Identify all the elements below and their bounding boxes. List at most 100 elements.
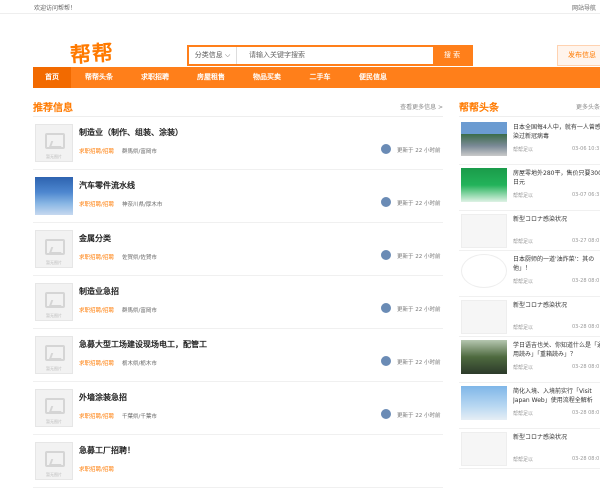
image-placeholder-icon: 暂无图片 (35, 283, 73, 321)
listing-row[interactable]: 暂无图片 金属分类 求职招聘/招聘 佐賀県/佐賀市 更新于 22 小时前 (33, 224, 443, 276)
news-date: 03-28 08:0 (572, 364, 600, 370)
listing-row[interactable]: 暂无图片 急募工厂招聘！ 求职招聘/招聘 (33, 436, 443, 488)
nav-jobs[interactable]: 求职招聘 (127, 67, 183, 88)
section-title: 帮帮头条 (459, 103, 499, 114)
news-title[interactable]: 新型コロナ感染状况 (513, 301, 600, 319)
headlines-header: 帮帮头条 更多头条 (459, 97, 600, 117)
listing-title[interactable]: 汽车零件流水线 (79, 180, 135, 191)
listing-location: 栃木県/栃木市 (122, 361, 157, 367)
listing-row[interactable]: 暂无图片 外墙涂装急招 求职招聘/招聘 千葉県/千葉市 更新于 22 小时前 (33, 383, 443, 435)
news-thumbnail[interactable] (461, 122, 507, 156)
news-source: 帮帮足以 (513, 193, 534, 199)
nav-services[interactable]: 便民信息 (345, 67, 401, 88)
listing-title[interactable]: 制造业急招 (79, 286, 119, 297)
header: 帮帮 分类信息 ⌵ 请输入关键字搜索 搜 索 发布信息 (0, 14, 600, 68)
listing-location: 群馬県/富岡市 (122, 149, 157, 155)
user-avatar-icon (381, 303, 391, 313)
listing-category[interactable]: 求职招聘/招聘 (79, 147, 114, 155)
news-title[interactable]: 简化入境、入境前实行「Visit Japan Web」使用流程全解析 (513, 387, 600, 405)
news-item[interactable]: 日本厨师的一道'油炸菜'：其の他」！ 帮帮足以 03-28 08:0 (459, 251, 600, 297)
image-placeholder-icon: 暂无图片 (35, 442, 73, 480)
listing-title[interactable]: 急募工厂招聘！ (79, 445, 135, 456)
news-item[interactable]: 日本全国每4人中，就有一人曾感染过新冠病毒 帮帮足以 03-06 10:3 (459, 119, 600, 165)
site-logo[interactable]: 帮帮 (69, 37, 115, 70)
listing-updated: 更新于 22 小时前 (397, 307, 441, 313)
listing-title[interactable]: 金属分类 (79, 233, 111, 244)
listing-location: 千葉県/千葉市 (122, 414, 157, 420)
listing-category[interactable]: 求职招聘/招聘 (79, 306, 114, 314)
news-item[interactable]: 学日语吉也关、你知道什么是「通用読み」「重箱読み」？ 帮帮足以 03-28 08:0 (459, 337, 600, 383)
search-button[interactable]: 搜 索 (433, 47, 471, 64)
news-source: 帮帮足以 (513, 365, 534, 371)
listing-category[interactable]: 求职招聘/招聘 (79, 200, 114, 208)
recommended-header: 推荐信息 查看更多信息 > (33, 97, 443, 117)
news-thumbnail[interactable] (461, 254, 507, 288)
search-input[interactable]: 请输入关键字搜索 (249, 47, 305, 64)
search-category-select[interactable]: 分类信息 ⌵ (189, 47, 237, 64)
news-thumbnail[interactable] (461, 432, 507, 466)
user-avatar-icon (381, 409, 391, 419)
news-date: 03-28 08:0 (572, 278, 600, 284)
news-source: 帮帮足以 (513, 325, 534, 331)
main-nav: 首页 帮帮头条 求职招聘 房屋租售 物品买卖 二手车 便民信息 (33, 67, 600, 88)
listing-category[interactable]: 求职招聘/招聘 (79, 253, 114, 261)
news-item[interactable]: 简化入境、入境前实行「Visit Japan Web」使用流程全解析帮帮足以 03… (459, 383, 600, 429)
nav-home[interactable]: 首页 (33, 67, 71, 88)
news-date: 03-28 08:0 (572, 410, 600, 416)
site-nav-link[interactable]: 网站导航 (572, 3, 596, 12)
news-item[interactable]: 新型コロナ感染状况 帮帮足以 03-27 08:0 (459, 211, 600, 251)
listing-title[interactable]: 急募大型工场建设现场电工，配管工 (79, 339, 207, 350)
nav-used-cars[interactable]: 二手车 (295, 67, 345, 88)
image-placeholder-icon: 暂无图片 (35, 230, 73, 268)
listing-category[interactable]: 求职招聘/招聘 (79, 412, 114, 420)
listing-row[interactable]: 暂无图片 制造业急招求职招聘/招聘 群馬県/富岡市 更新于 22 小时前 (33, 277, 443, 329)
news-date: 03-27 08:0 (572, 238, 600, 244)
listing-updated: 更新于 22 小时前 (397, 201, 441, 207)
news-thumbnail[interactable] (461, 168, 507, 202)
news-thumbnail[interactable] (461, 300, 507, 334)
listing-category[interactable]: 求职招聘/招聘 (79, 359, 114, 367)
listing-location: 神奈川県/厚木市 (122, 202, 163, 208)
image-placeholder-icon: 暂无图片 (35, 389, 73, 427)
listing-row[interactable]: 暂无图片 急募大型工场建设现场电工，配管工 求职招聘/招聘 栃木県/栃木市 更新于 22… (33, 330, 443, 382)
news-source: 帮帮足以 (513, 279, 534, 285)
news-thumbnail[interactable] (461, 340, 507, 374)
search-bar: 分类信息 ⌵ 请输入关键字搜索 搜 索 (187, 45, 473, 66)
listing-photo[interactable] (35, 177, 73, 215)
more-link[interactable]: 查看更多信息 > (400, 102, 443, 111)
news-title[interactable]: 新型コロナ感染状况 (513, 433, 600, 451)
news-title[interactable]: 学日语吉也关、你知道什么是「通用読み」「重箱読み」？ (513, 341, 600, 359)
news-source: 帮帮足以 (513, 411, 534, 417)
listing-row[interactable]: 暂无图片 制造业（制作、组装、涂装） 求职招聘/招聘 群馬県/富岡市 更新于 22 小时… (33, 118, 443, 170)
nav-housing[interactable]: 房屋租售 (183, 67, 239, 88)
news-date: 03-06 10:3 (572, 146, 600, 152)
news-date: 03-28 08:0 (572, 324, 600, 330)
news-thumbnail[interactable] (461, 386, 507, 420)
news-thumbnail[interactable] (461, 214, 507, 248)
listing-updated: 更新于 22 小时前 (397, 148, 441, 154)
news-date: 03-07 06:3 (572, 192, 600, 198)
news-date: 03-28 08:0 (572, 456, 600, 462)
welcome-text: 欢迎访问帮帮！ (34, 5, 77, 12)
image-placeholder-icon: 暂无图片 (35, 124, 73, 162)
news-title[interactable]: 日本全国每4人中，就有一人曾感染过新冠病毒 (513, 123, 600, 141)
news-item[interactable]: 新型コロナ感染状况帮帮足以 03-28 08:0 (459, 429, 600, 469)
more-headlines-link[interactable]: 更多头条 (576, 102, 600, 111)
listing-title[interactable]: 外墙涂装急招 (79, 392, 127, 403)
nav-goods[interactable]: 物品买卖 (239, 67, 295, 88)
news-item[interactable]: 房屋零地外280平，售价只要300日元帮帮足以 03-07 06:3 (459, 165, 600, 211)
news-item[interactable]: 新型コロナ感染状况帮帮足以 03-28 08:0 (459, 297, 600, 337)
publish-button[interactable]: 发布信息 (557, 45, 600, 66)
listing-row[interactable]: 汽车零件流水线 求职招聘/招聘 神奈川県/厚木市 更新于 22 小时前 (33, 171, 443, 223)
listing-location: 群馬県/富岡市 (122, 308, 157, 314)
news-source: 帮帮足以 (513, 457, 534, 463)
news-title[interactable]: 房屋零地外280平，售价只要300日元 (513, 169, 600, 187)
top-bar: 欢迎访问帮帮！ 网站导航 (0, 0, 600, 14)
nav-headlines[interactable]: 帮帮头条 (71, 67, 127, 88)
listing-category[interactable]: 求职招聘/招聘 (79, 465, 114, 473)
listing-title[interactable]: 制造业（制作、组装、涂装） (79, 127, 183, 138)
news-title[interactable]: 日本厨师的一道'油炸菜'：其の他」！ (513, 255, 600, 273)
user-avatar-icon (381, 197, 391, 207)
user-avatar-icon (381, 356, 391, 366)
news-title[interactable]: 新型コロナ感染状况 (513, 215, 600, 233)
